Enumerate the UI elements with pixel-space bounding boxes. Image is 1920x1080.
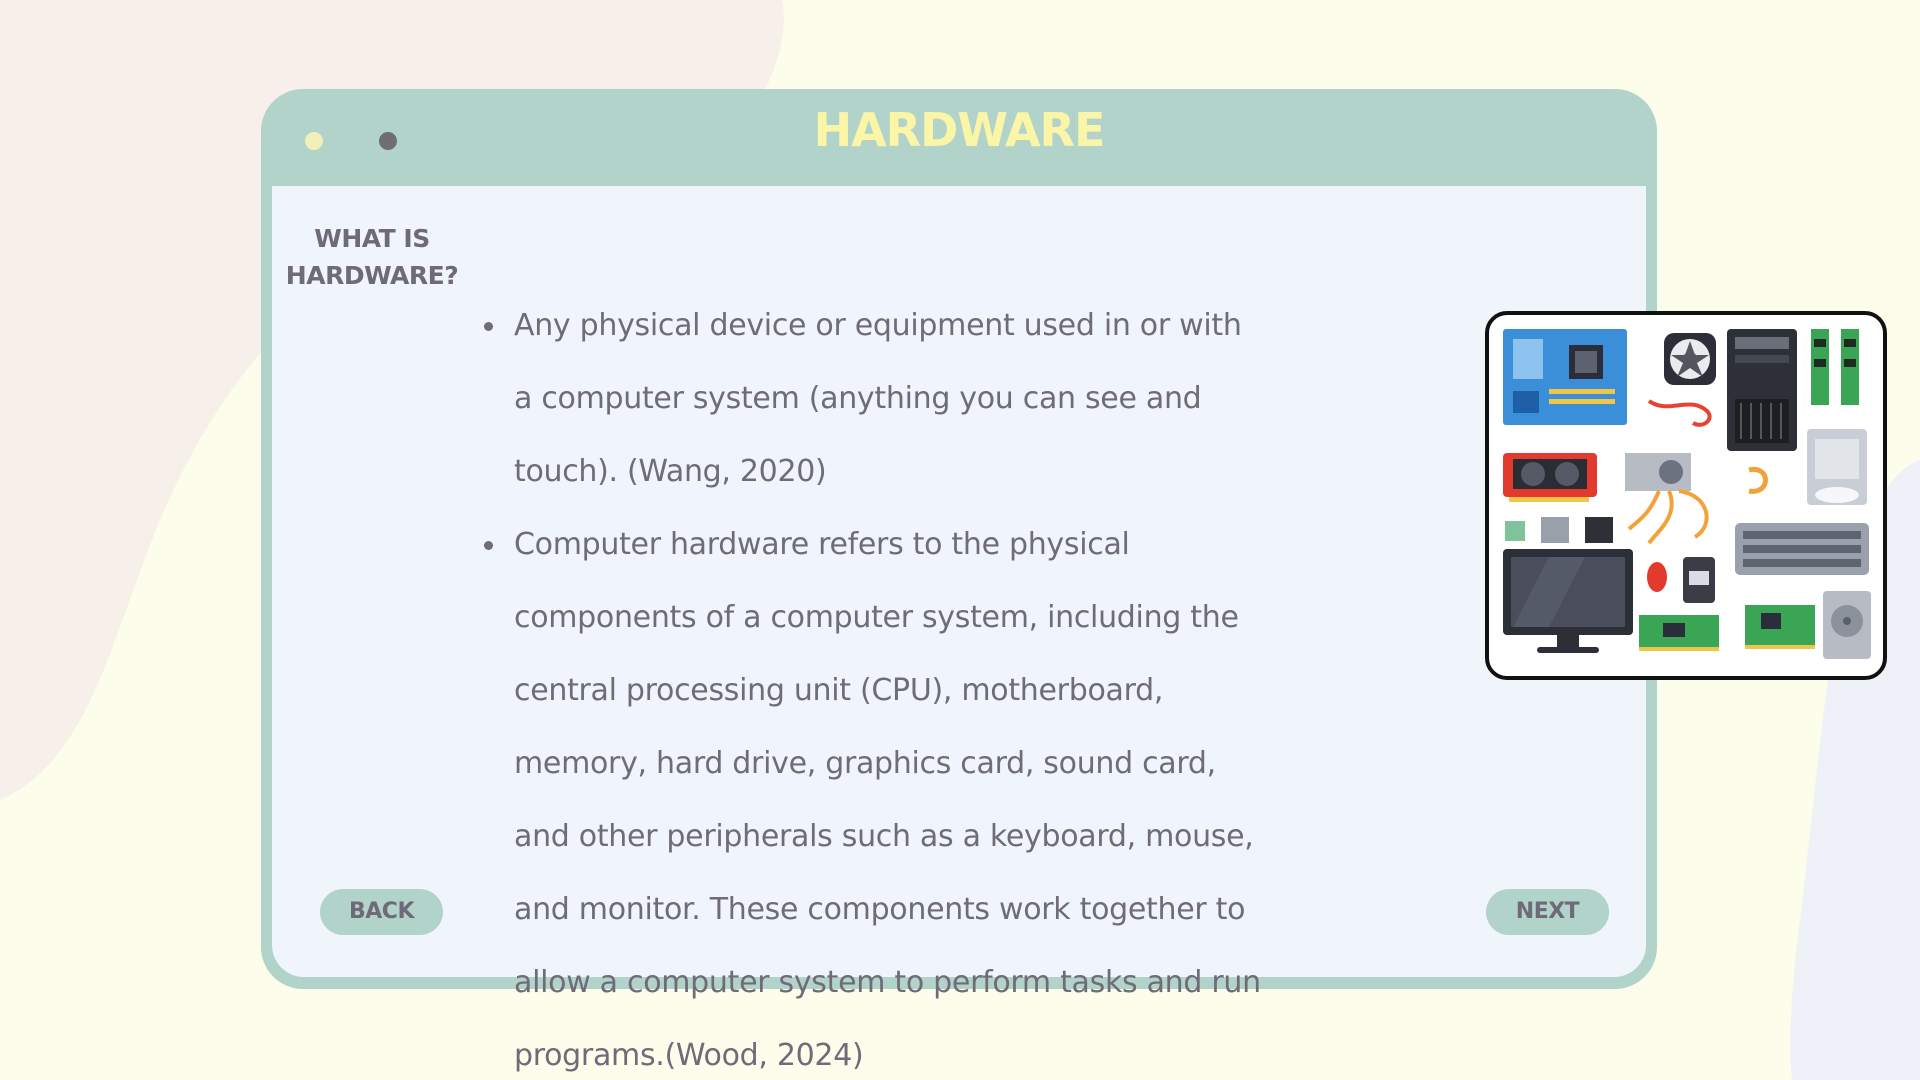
content-area: WHAT IS HARDWARE? Any physical device or…: [272, 186, 1646, 1073]
power-supply-icon: [1625, 453, 1709, 545]
hardware-illustration-icon: [1503, 329, 1871, 659]
window-titlebar: HARDWARE: [261, 89, 1657, 186]
back-button[interactable]: BACK: [320, 889, 443, 935]
motherboard-icon: [1503, 329, 1627, 425]
section-heading-line1: WHAT IS: [314, 224, 430, 253]
hard-drive-icon: [1823, 591, 1871, 659]
optical-drive-icon: [1807, 429, 1867, 505]
hardware-components-image: [1485, 311, 1887, 680]
bullet-list: Any physical device or equipment used in…: [482, 289, 1262, 1080]
bullet-item: Any physical device or equipment used in…: [482, 289, 1262, 508]
ram-stick-icon: [1811, 329, 1859, 405]
bullet-item: Computer hardware refers to the physical…: [482, 508, 1262, 1080]
section-heading: WHAT IS HARDWARE?: [282, 220, 462, 294]
next-button[interactable]: NEXT: [1486, 889, 1609, 935]
pc-tower-icon: [1727, 329, 1797, 451]
section-heading-line2: HARDWARE?: [285, 261, 459, 290]
keyboard-icon: [1735, 523, 1869, 575]
monitor-icon: [1503, 549, 1633, 653]
cpu-fan-icon: [1664, 333, 1716, 385]
expansion-card-icon: [1639, 605, 1815, 651]
slide: HARDWARE WHAT IS HARDWARE? Any physical …: [0, 0, 1920, 1080]
presentation-window: HARDWARE WHAT IS HARDWARE? Any physical …: [261, 89, 1657, 1073]
mouse-icon: [1647, 562, 1667, 592]
graphics-card-icon: [1503, 453, 1597, 502]
window-title: HARDWARE: [813, 103, 1106, 157]
